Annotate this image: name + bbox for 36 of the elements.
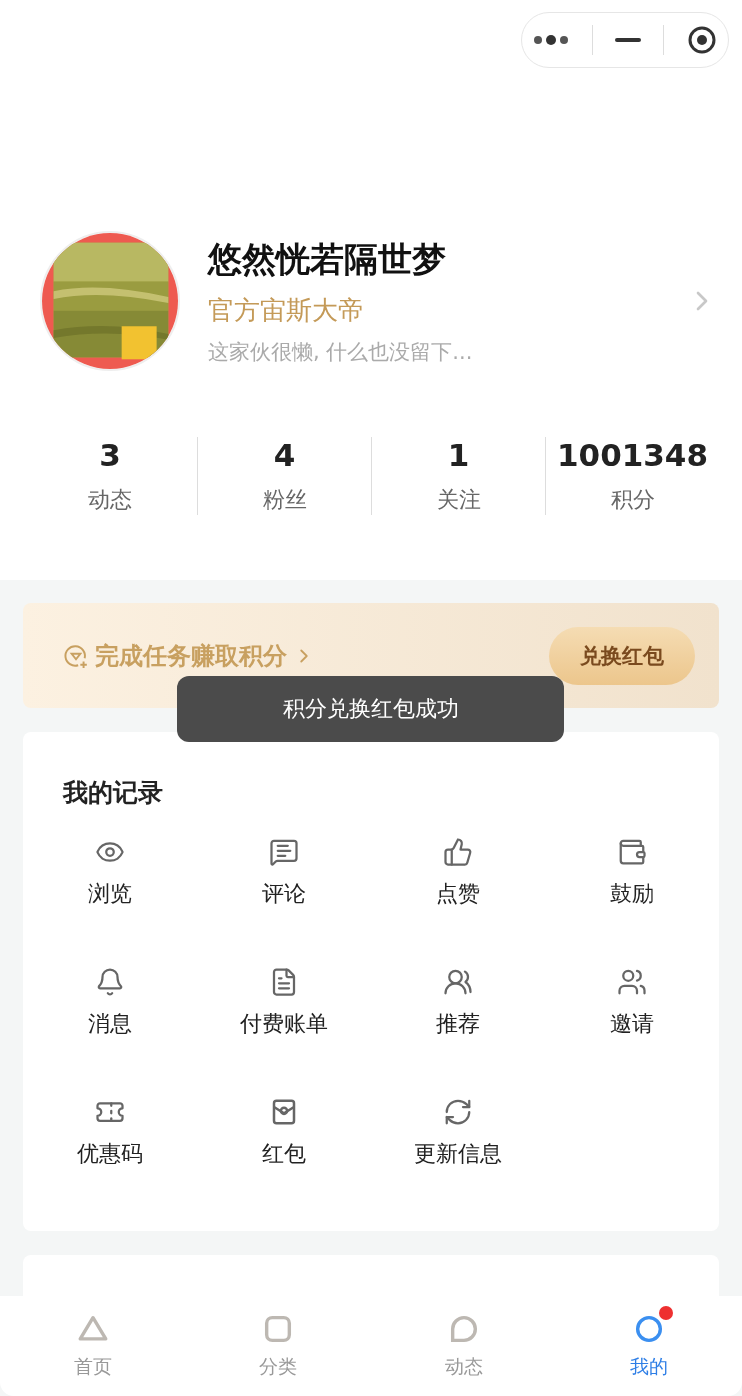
refresh-icon[interactable]: [443, 1097, 473, 1127]
record-label[interactable]: 付费账单: [240, 1009, 328, 1039]
stat-value: 1: [447, 437, 470, 473]
minimize-icon[interactable]: [614, 38, 641, 42]
exchange-button[interactable]: 兑换红包: [549, 626, 695, 685]
record-label[interactable]: 邀请: [610, 1009, 654, 1039]
bell-icon[interactable]: [95, 967, 125, 997]
stat-label: 动态: [88, 486, 132, 514]
stat-value: 4: [273, 437, 296, 473]
toast-message: 积分兑换红包成功: [177, 676, 564, 742]
user-name: 悠然恍若隔世梦: [208, 237, 447, 281]
section-title: 我的记录: [61, 777, 164, 809]
stat-value: 1001348: [557, 437, 708, 473]
record-label[interactable]: 评论: [262, 879, 306, 909]
users-icon[interactable]: [617, 967, 647, 997]
user-bio: 这家伙很懒, 什么也没留下...: [208, 338, 474, 366]
message-icon[interactable]: [269, 837, 299, 867]
user-title: 官方宙斯大帝: [208, 293, 365, 327]
record-label[interactable]: 点赞: [436, 879, 480, 909]
tab-label[interactable]: 我的: [630, 1354, 669, 1380]
record-label[interactable]: 红包: [262, 1139, 306, 1169]
wallet-icon[interactable]: [617, 837, 647, 867]
stat-label: 关注: [436, 486, 481, 514]
stat-label: 粉丝: [262, 486, 307, 514]
close-icon[interactable]: [686, 25, 717, 55]
record-label[interactable]: 推荐: [436, 1009, 480, 1039]
thumbs-up-icon[interactable]: [443, 837, 473, 867]
record-label[interactable]: 优惠码: [77, 1139, 143, 1169]
more-icon[interactable]: [533, 35, 570, 45]
stat-label: 积分: [610, 486, 655, 514]
record-label[interactable]: 消息: [88, 1009, 132, 1039]
group-icon[interactable]: [443, 967, 473, 997]
stat-value: 3: [99, 437, 121, 473]
record-label[interactable]: 鼓励: [610, 879, 654, 909]
record-label[interactable]: 更新信息: [414, 1139, 502, 1169]
record-label[interactable]: 浏览: [88, 879, 132, 909]
